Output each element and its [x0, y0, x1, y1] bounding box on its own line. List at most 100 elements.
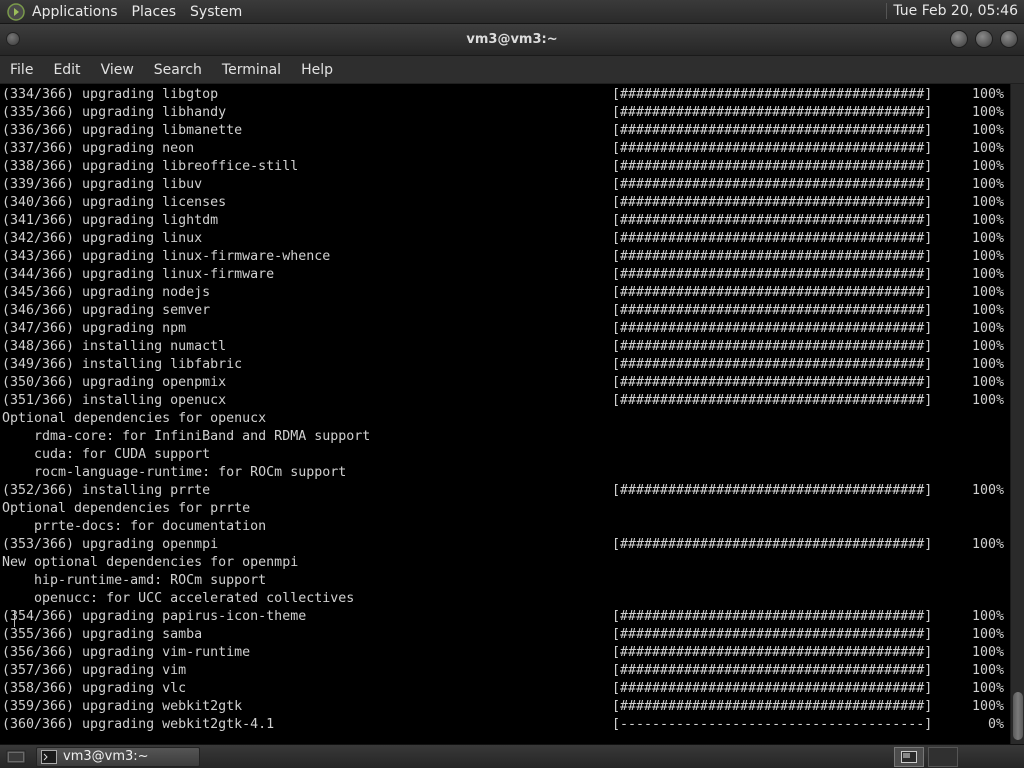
workspace-2-icon[interactable] [928, 747, 958, 767]
progress-percent: 0% [987, 717, 1004, 732]
progress-percent: 100% [971, 87, 1004, 102]
progress-bar-text: [######################################] [612, 303, 933, 318]
progress-bar-text: [######################################] [612, 645, 933, 660]
line-text: (349/366) installing libfabric [2, 357, 243, 372]
window-titlebar[interactable]: vm3@vm3:~ [0, 24, 1024, 56]
progress-percent: 100% [971, 375, 1004, 390]
line-text: (338/366) upgrading libreoffice-still [2, 159, 299, 174]
line-text: (341/366) upgrading lightdm [2, 213, 219, 228]
terminal-menubar: File Edit View Search Terminal Help [0, 56, 1024, 84]
progress-percent: 100% [971, 123, 1004, 138]
progress-percent: 100% [971, 681, 1004, 696]
show-desktop-icon[interactable] [4, 747, 28, 767]
terminal-line: (354/366) upgrading papirus-icon-theme [#… [2, 608, 1010, 626]
terminal-line: (346/366) upgrading semver [#############… [2, 302, 1010, 320]
maximize-button[interactable] [975, 30, 993, 48]
terminal-app-icon [41, 749, 57, 764]
terminal-line: (344/366) upgrading linux-firmware [#####… [2, 266, 1010, 284]
menu-file[interactable]: File [0, 62, 43, 78]
terminal-output[interactable]: (334/366) upgrading libgtop [############… [0, 84, 1010, 744]
workspace-1-icon[interactable] [894, 747, 924, 767]
line-text: (336/366) upgrading libmanette [2, 123, 243, 138]
terminal-line: (339/366) upgrading libuv [##############… [2, 176, 1010, 194]
terminal-line: rocm-language-runtime: for ROCm support [2, 464, 1010, 482]
taskbar-terminal-button[interactable]: vm3@vm3:~ [36, 746, 200, 767]
progress-percent: 100% [971, 303, 1004, 318]
progress-percent: 100% [971, 141, 1004, 156]
line-text: openucc: for UCC accelerated collectives [2, 591, 355, 606]
terminal-line: openucc: for UCC accelerated collectives [2, 590, 1010, 608]
progress-bar-text: [######################################] [612, 375, 933, 390]
line-text: Optional dependencies for prrte [2, 501, 251, 516]
progress-percent: 100% [971, 105, 1004, 120]
menu-applications[interactable]: Applications [32, 4, 118, 20]
menu-help[interactable]: Help [291, 62, 343, 78]
terminal-line: (342/366) upgrading linux [##############… [2, 230, 1010, 248]
line-text: prrte-docs: for documentation [2, 519, 267, 534]
terminal-line: (343/366) upgrading linux-firmware-whenc… [2, 248, 1010, 266]
line-text: (348/366) installing numactl [2, 339, 227, 354]
terminal-line: Optional dependencies for prrte [2, 500, 1010, 518]
terminal-line: (335/366) upgrading libhandy [###########… [2, 104, 1010, 122]
progress-bar-text: [######################################] [612, 231, 933, 246]
terminal-line: (350/366) upgrading openpmix [###########… [2, 374, 1010, 392]
progress-percent: 100% [971, 267, 1004, 282]
terminal-line: (358/366) upgrading vlc [################… [2, 680, 1010, 698]
progress-percent: 100% [971, 357, 1004, 372]
progress-bar-text: [--------------------------------------] [612, 717, 933, 732]
progress-percent: 100% [971, 213, 1004, 228]
menu-view[interactable]: View [91, 62, 144, 78]
terminal-line: (341/366) upgrading lightdm [############… [2, 212, 1010, 230]
terminal-line: (336/366) upgrading libmanette [#########… [2, 122, 1010, 140]
menu-terminal[interactable]: Terminal [212, 62, 291, 78]
progress-bar-text: [######################################] [612, 87, 933, 102]
progress-percent: 100% [971, 195, 1004, 210]
line-text: (342/366) upgrading linux [2, 231, 203, 246]
progress-bar-text: [######################################] [612, 141, 933, 156]
scrollbar-thumb[interactable] [1013, 692, 1023, 740]
line-text: rdma-core: for InfiniBand and RDMA suppo… [2, 429, 371, 444]
menu-edit[interactable]: Edit [43, 62, 90, 78]
line-text: (340/366) upgrading licenses [2, 195, 227, 210]
line-text: (354/366) upgrading papirus-icon-theme [2, 609, 307, 624]
progress-bar-text: [######################################] [612, 105, 933, 120]
top-panel: Applications Places System Tue Feb 20, 0… [0, 0, 1024, 24]
progress-bar-text: [######################################] [612, 285, 933, 300]
line-text: (350/366) upgrading openpmix [2, 375, 227, 390]
progress-percent: 100% [971, 537, 1004, 552]
terminal-line: hip-runtime-amd: ROCm support [2, 572, 1010, 590]
progress-percent: 100% [971, 483, 1004, 498]
progress-percent: 100% [971, 159, 1004, 174]
line-text: (359/366) upgrading webkit2gtk [2, 699, 243, 714]
terminal-line: (359/366) upgrading webkit2gtk [#########… [2, 698, 1010, 716]
progress-percent: 100% [971, 699, 1004, 714]
line-text: (335/366) upgrading libhandy [2, 105, 227, 120]
progress-bar-text: [######################################] [612, 339, 933, 354]
line-text: (343/366) upgrading linux-firmware-whenc… [2, 249, 331, 264]
progress-bar-text: [######################################] [612, 681, 933, 696]
line-text: hip-runtime-amd: ROCm support [2, 573, 267, 588]
progress-percent: 100% [971, 663, 1004, 678]
terminal-line: (337/366) upgrading neon [###############… [2, 140, 1010, 158]
menu-system[interactable]: System [190, 4, 242, 20]
menu-places[interactable]: Places [132, 4, 177, 20]
line-text: Optional dependencies for openucx [2, 411, 267, 426]
close-button[interactable] [1000, 30, 1018, 48]
line-text: (357/366) upgrading vim [2, 663, 187, 678]
line-text: (355/366) upgrading samba [2, 627, 203, 642]
progress-percent: 100% [971, 231, 1004, 246]
minimize-button[interactable] [950, 30, 968, 48]
terminal-line: Optional dependencies for openucx [2, 410, 1010, 428]
line-text: (356/366) upgrading vim-runtime [2, 645, 251, 660]
terminal-scrollbar[interactable] [1010, 84, 1024, 744]
line-text: cuda: for CUDA support [2, 447, 211, 462]
distro-logo-icon[interactable] [6, 2, 26, 22]
terminal-line: (340/366) upgrading licenses [###########… [2, 194, 1010, 212]
progress-bar-text: [######################################] [612, 357, 933, 372]
terminal-line: (351/366) installing openucx [###########… [2, 392, 1010, 410]
menu-search[interactable]: Search [144, 62, 212, 78]
terminal-line: (334/366) upgrading libgtop [############… [2, 86, 1010, 104]
line-text: New optional dependencies for openmpi [2, 555, 299, 570]
terminal-line: (348/366) installing numactl [###########… [2, 338, 1010, 356]
panel-clock[interactable]: Tue Feb 20, 05:46 [886, 3, 1018, 19]
